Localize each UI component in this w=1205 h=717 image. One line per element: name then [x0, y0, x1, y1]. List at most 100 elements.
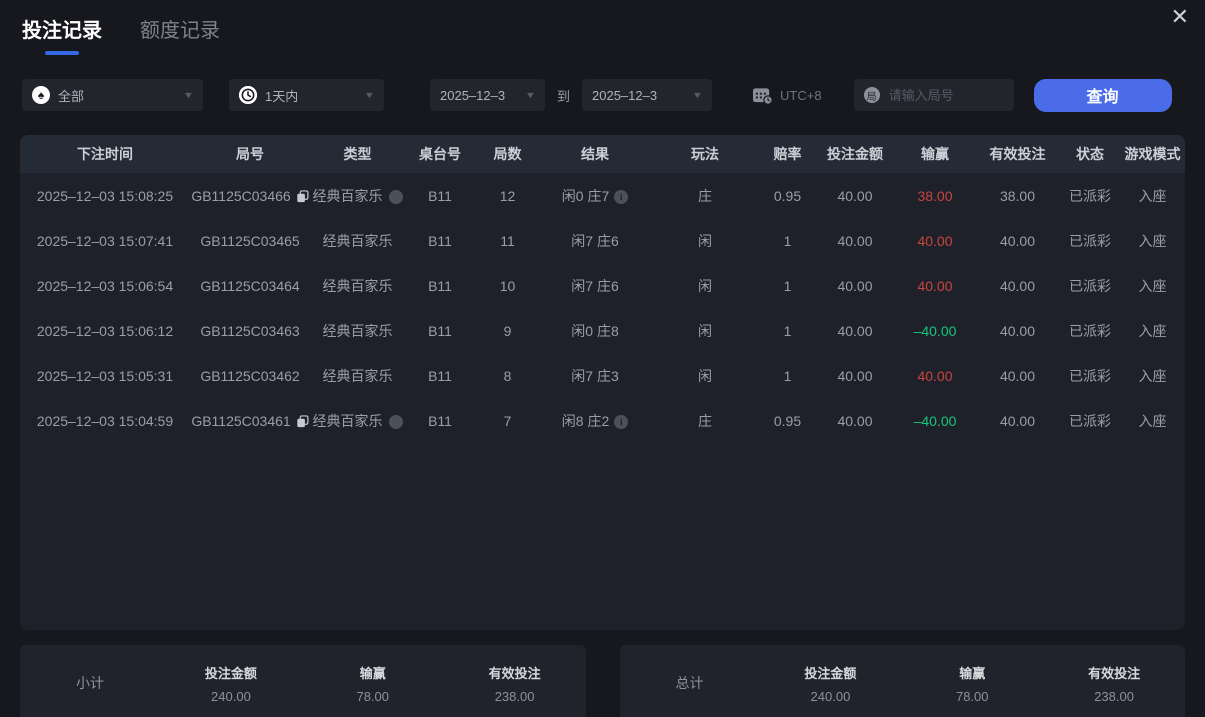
cell-round-id: GB1125C03463: [200, 322, 300, 339]
cell-win-loss: –40.00: [913, 322, 957, 339]
subtotal-label: 小计: [76, 675, 104, 691]
round-number-input[interactable]: [886, 86, 1004, 104]
subtotal-win-loss: 输赢 78.00: [356, 665, 390, 704]
video-icon[interactable]: [388, 414, 403, 429]
cell-table-no: B11: [428, 322, 452, 339]
cell-play: 闲: [698, 367, 712, 384]
clock-icon: [239, 86, 257, 104]
cell-status: 已派彩: [1069, 367, 1111, 384]
cell-round-id: GB1125C03466: [190, 173, 310, 218]
cell-round-no: 12: [499, 187, 516, 204]
cell-result: 闲8 庄2 i: [540, 398, 650, 443]
table-row: 2025–12–03 15:08:25 GB1125C03466 经典百家乐 B…: [20, 173, 1185, 218]
col-game-mode: 游戏模式: [1124, 146, 1181, 162]
cell-valid-bet: 40.00: [999, 367, 1036, 384]
cell-table-no: B11: [428, 187, 452, 204]
round-number-field[interactable]: 局: [853, 79, 1014, 111]
subtotal-valid-bet: 有效投注 238.00: [488, 665, 541, 704]
tab-label: 额度记录: [140, 20, 220, 42]
cell-table-no: B11: [428, 412, 452, 429]
cell-status: 已派彩: [1069, 412, 1111, 429]
cell-valid-bet: 40.00: [999, 232, 1036, 249]
spade-icon: ♠: [32, 86, 50, 104]
time-range-select[interactable]: 1天内 ▼: [229, 79, 384, 111]
tab-betting-records[interactable]: 投注记录: [22, 14, 102, 55]
cell-result: 闲7 庄6: [571, 232, 619, 249]
cell-win-loss: 40.00: [917, 232, 953, 249]
close-icon[interactable]: ✕: [1171, 6, 1189, 28]
cell-round-no: 11: [500, 232, 515, 249]
col-round-no: 局数: [493, 146, 522, 162]
cell-mode: 入座: [1138, 412, 1167, 429]
cell-round-no: 10: [499, 277, 516, 294]
col-type: 类型: [343, 146, 372, 162]
table-row: 2025–12–03 15:07:41 GB1125C03465 经典百家乐 B…: [20, 218, 1185, 263]
cell-mode: 入座: [1138, 187, 1167, 204]
cell-round-no: 8: [503, 367, 512, 384]
cell-mode: 入座: [1138, 277, 1167, 294]
col-bet-time: 下注时间: [77, 146, 133, 162]
cell-status: 已派彩: [1069, 322, 1111, 339]
cell-play: 闲: [698, 322, 712, 339]
time-range-value: 1天内: [265, 88, 299, 104]
cell-result: 闲0 庄8: [571, 322, 619, 339]
cell-play: 闲: [698, 232, 712, 249]
cell-valid-bet: 40.00: [999, 412, 1036, 429]
col-play: 玩法: [691, 146, 719, 162]
copy-icon[interactable]: [296, 190, 309, 203]
info-icon[interactable]: i: [614, 189, 629, 204]
calendar-clock-icon: [753, 87, 773, 105]
titlebar: 投注记录 额度记录: [0, 0, 1205, 55]
cell-round-no: 7: [503, 412, 512, 429]
cell-play: 庄: [698, 187, 712, 204]
cell-round-id: GB1125C03462: [200, 367, 300, 384]
col-table-no: 桌台号: [419, 146, 461, 162]
date-from-select[interactable]: 2025–12–3 ▼: [430, 79, 545, 111]
tab-quota-records[interactable]: 额度记录: [140, 14, 220, 43]
date-to-value: 2025–12–3: [592, 87, 658, 103]
betting-records-dialog: 投注记录 额度记录 ✕ ♠ 全部 ▼ 1天内 ▼ 2025–12–3 ▼ 到 2…: [0, 0, 1205, 717]
summary-bar: 小计 投注金额 240.00 输赢 78.00 有效投注 238.00 总计 投…: [20, 645, 1185, 717]
cell-bet: 40.00: [837, 322, 873, 339]
date-from-value: 2025–12–3: [440, 87, 506, 103]
chevron-down-icon: ▼: [691, 90, 704, 100]
game-type-value: 全部: [58, 88, 85, 104]
cell-table-no: B11: [428, 367, 452, 384]
cell-round-id: GB1125C03461: [190, 398, 310, 443]
game-type-select[interactable]: ♠ 全部 ▼: [22, 79, 203, 111]
col-status: 状态: [1076, 146, 1104, 162]
timezone-indicator: UTC+8: [752, 86, 822, 105]
table-row: 2025–12–03 15:06:54 GB1125C03464 经典百家乐 B…: [20, 263, 1185, 308]
video-icon[interactable]: [388, 189, 403, 204]
col-result: 结果: [581, 146, 609, 162]
records-table: 下注时间 局号 类型 桌台号 局数 结果 玩法 赔率 投注金额 输赢 有效投注 …: [20, 135, 1185, 630]
cell-type: 经典百家乐: [322, 277, 393, 294]
to-label: 到: [557, 88, 571, 104]
tab-label: 投注记录: [22, 20, 102, 42]
info-icon[interactable]: i: [614, 414, 629, 429]
cell-valid-bet: 40.00: [999, 277, 1036, 294]
cell-bet: 40.00: [837, 187, 873, 204]
cell-result: 闲7 庄6: [571, 277, 619, 294]
cell-time: 2025–12–03 15:06:54: [36, 277, 174, 294]
chevron-down-icon: ▼: [524, 90, 537, 100]
total-label: 总计: [675, 675, 704, 691]
copy-icon[interactable]: [296, 415, 309, 428]
cell-type: 经典百家乐: [322, 232, 393, 249]
cell-time: 2025–12–03 15:04:59: [36, 412, 174, 429]
cell-odds: 0.95: [773, 187, 802, 204]
cell-round-no: 9: [503, 322, 512, 339]
cell-valid-bet: 40.00: [999, 322, 1036, 339]
subtotal-bet: 投注金额 240.00: [204, 665, 257, 704]
query-button[interactable]: 查询: [1033, 78, 1172, 112]
date-to-select[interactable]: 2025–12–3 ▼: [582, 79, 713, 111]
cell-time: 2025–12–03 15:07:41: [36, 232, 174, 249]
round-icon: 局: [863, 87, 880, 103]
active-tab-underline: [45, 51, 79, 55]
cell-result: 闲0 庄7 i: [540, 173, 650, 218]
col-bet-amount: 投注金额: [827, 146, 883, 162]
col-valid-bet: 有效投注: [989, 146, 1046, 162]
cell-result: 闲7 庄3: [571, 367, 619, 384]
cell-mode: 入座: [1138, 367, 1167, 384]
cell-win-loss: 38.00: [917, 187, 953, 204]
